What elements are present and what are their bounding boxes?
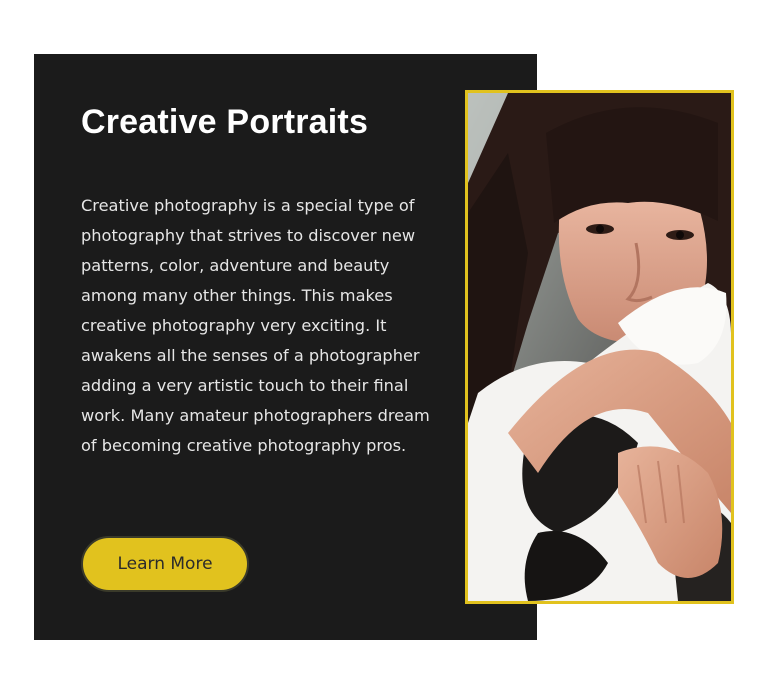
portrait-image [465, 90, 734, 604]
content-panel: Creative Portraits Creative photography … [34, 54, 537, 640]
page: Creative Portraits Creative photography … [0, 0, 768, 694]
learn-more-button[interactable]: Learn More [81, 536, 249, 592]
card-description: Creative photography is a special type o… [81, 196, 430, 455]
card-title: Creative Portraits [81, 103, 369, 141]
portrait-photo-illustration [468, 93, 731, 601]
